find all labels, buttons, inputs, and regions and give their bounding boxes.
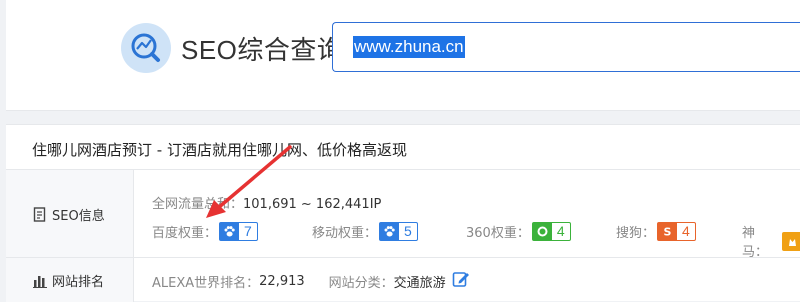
bar-chart-icon (33, 275, 47, 288)
site-rank-label-text: 网站排名 (52, 275, 105, 290)
traffic-total: 全网流量总和：101,691 ~ 162,441IP (152, 193, 381, 212)
mobile-weight-badge[interactable]: 5 (379, 222, 418, 241)
seo-logo-icon (121, 23, 171, 73)
alexa-label: ALEXA世界排名： (152, 275, 260, 291)
baidu-weight-label: 百度权重： (152, 226, 218, 241)
sogou-weight[interactable]: 搜狗： S 4 (616, 222, 696, 241)
result-card: 住哪儿网酒店预订 - 订酒店就用住哪儿网、低价格高返现 SEO信息 全网流量总和… (6, 124, 800, 302)
sogou-weight-value: 4 (682, 223, 690, 239)
page-title: SEO综合查询 (181, 35, 344, 65)
mobile-weight-value: 5 (404, 223, 412, 239)
search-header: SEO综合查询 www.zhuna.cn (6, 0, 800, 111)
document-icon (33, 207, 46, 222)
search-input-value[interactable]: www.zhuna.cn (353, 36, 465, 58)
site-rank-label: 网站排名 (33, 271, 104, 290)
baidu-weight[interactable]: 百度权重： 7 (152, 222, 258, 241)
shenma-weight-badge[interactable] (782, 231, 800, 251)
mobile-weight-label: 移动权重： (312, 226, 378, 241)
baidu-paw-icon (380, 223, 400, 240)
search-input[interactable]: www.zhuna.cn (332, 22, 800, 72)
360-weight-badge[interactable]: 4 (531, 222, 571, 241)
weights-list: 百度权重： 7 移动权重： 5 360权重： 4 搜狗： S 4 神马： (152, 222, 800, 260)
svg-text:S: S (664, 226, 672, 239)
baidu-weight-badge[interactable]: 7 (219, 222, 258, 241)
mobile-weight[interactable]: 移动权重： 5 (312, 222, 418, 241)
360-weight-label: 360权重： (466, 226, 530, 241)
rank-line: ALEXA世界排名： 22,913 网站分类： 交通旅游 (152, 270, 470, 292)
seo-info-label-text: SEO信息 (52, 209, 105, 224)
site-rank-row: 网站排名 ALEXA世界排名： 22,913 网站分类： 交通旅游 (6, 257, 800, 302)
360-weight-value: 4 (556, 223, 565, 239)
shenma-weight-label: 神马： (742, 226, 769, 260)
sogou-weight-badge[interactable]: S 4 (657, 222, 696, 241)
traffic-label: 全网流量总和： (152, 197, 244, 212)
category-value[interactable]: 交通旅游 (394, 272, 446, 291)
shenma-weight[interactable]: 神马： (742, 222, 800, 260)
seo-info-label-cell: SEO信息 (6, 170, 134, 258)
edit-icon[interactable] (452, 270, 470, 292)
seo-info-row: SEO信息 全网流量总和：101,691 ~ 162,441IP 百度权重： 7… (6, 169, 800, 260)
baidu-weight-value: 7 (244, 223, 252, 239)
category-label: 网站分类： (328, 275, 394, 291)
site-title: 住哪儿网酒店预订 - 订酒店就用住哪儿网、低价格高返现 (32, 141, 407, 159)
360-weight[interactable]: 360权重： 4 (466, 222, 571, 241)
traffic-value: 101,691 ~ 162,441IP (243, 197, 382, 212)
shenma-icon (783, 232, 800, 250)
alexa-value[interactable]: 22,913 (259, 274, 305, 289)
seo-info-label: SEO信息 (33, 205, 105, 224)
360-icon (532, 223, 552, 240)
site-rank-label-cell: 网站排名 (6, 258, 134, 302)
baidu-paw-icon (220, 223, 240, 240)
sogou-icon: S (658, 223, 678, 240)
sogou-weight-label: 搜狗： (616, 226, 656, 241)
